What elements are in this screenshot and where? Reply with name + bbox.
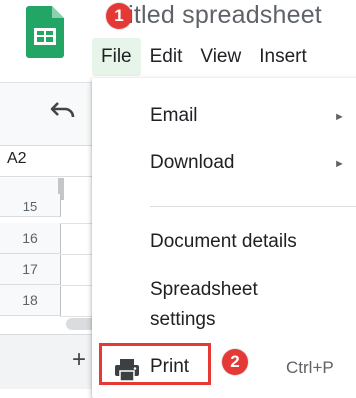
submenu-arrow-icon: ► (334, 158, 345, 170)
menu-file[interactable]: File (92, 38, 141, 76)
menu-item-document-details[interactable]: Document details (150, 231, 297, 253)
row-header-16[interactable]: 16 (0, 223, 61, 254)
menu-item-spreadsheet-settings-line2[interactable]: settings (150, 309, 215, 331)
name-box[interactable]: A2 (7, 150, 27, 168)
step-2-callout: 2 (222, 349, 248, 375)
menu-separator (150, 206, 356, 207)
row-header-17[interactable]: 17 (0, 254, 61, 285)
menu-bar: File Edit View Insert (92, 38, 316, 76)
sheets-logo-icon[interactable] (26, 6, 64, 58)
menu-item-download[interactable]: Download (150, 152, 235, 174)
menu-item-email[interactable]: Email (150, 105, 198, 127)
menu-item-spreadsheet-settings-line1[interactable]: Spreadsheet (150, 279, 258, 301)
file-menu-dropdown: Email ► Download ► Document details Spre… (92, 78, 356, 398)
undo-icon[interactable] (50, 100, 76, 120)
menu-view[interactable]: View (191, 38, 250, 76)
submenu-arrow-icon: ► (334, 111, 345, 123)
document-title[interactable]: titled spreadsheet (121, 1, 322, 30)
print-shortcut: Ctrl+P (286, 358, 334, 377)
row-header-15[interactable]: 15 (0, 194, 61, 217)
step-1-callout: 1 (106, 3, 132, 29)
menu-edit[interactable]: Edit (141, 38, 192, 76)
print-icon (115, 359, 139, 382)
menu-item-print[interactable]: Print (150, 356, 189, 378)
menu-insert[interactable]: Insert (250, 38, 316, 76)
row-header-18[interactable]: 18 (0, 285, 61, 316)
add-sheet-button[interactable]: + (72, 346, 86, 374)
